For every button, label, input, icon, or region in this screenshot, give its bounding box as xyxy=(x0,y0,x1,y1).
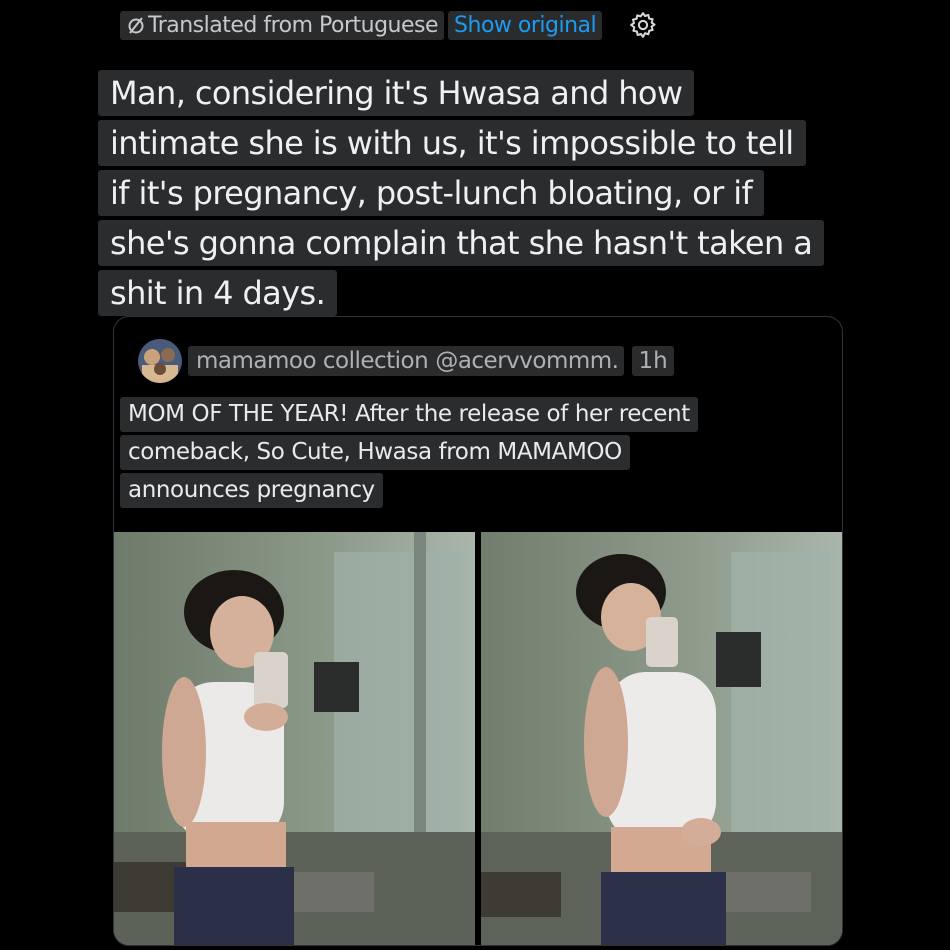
quoted-timestamp[interactable]: 1h xyxy=(632,346,674,376)
translation-label: Translated from Portuguese xyxy=(148,12,439,38)
quoted-text-line: announces pregnancy xyxy=(120,473,383,508)
tweet-text-line: she's gonna complain that she hasn't tak… xyxy=(98,220,825,266)
tweet-text-line: if it's pregnancy, post-lunch bloating, … xyxy=(98,170,765,216)
quoted-tweet-text: MOM OF THE YEAR! After the release of he… xyxy=(120,397,820,511)
quoted-tweet-card[interactable]: mamamoo collection @acervvommm. 1h MOM O… xyxy=(113,316,843,946)
media-photo[interactable] xyxy=(114,532,475,945)
gear-icon[interactable] xyxy=(628,10,658,40)
media-grid xyxy=(114,532,842,945)
tweet-text-line: Man, considering it's Hwasa and how xyxy=(98,70,695,116)
translation-label-box: Translated from Portuguese xyxy=(120,10,445,40)
tweet-text-line: intimate she is with us, it's impossible… xyxy=(98,120,806,166)
media-photo[interactable] xyxy=(481,532,842,945)
quoted-text-line: MOM OF THE YEAR! After the release of he… xyxy=(120,397,698,432)
avatar[interactable] xyxy=(138,339,182,383)
quoted-handle[interactable]: @acervvommm. xyxy=(435,348,619,374)
quoted-text-line: comeback, So Cute, Hwasa from MAMAMOO xyxy=(120,435,630,470)
show-original-link[interactable]: Show original xyxy=(448,10,603,40)
quoted-tweet-header: mamamoo collection @acervvommm. 1h xyxy=(138,339,674,383)
quoted-display-name[interactable]: mamamoo collection xyxy=(196,348,429,374)
translate-icon xyxy=(128,17,144,34)
translation-bar: Translated from Portuguese Show original xyxy=(120,8,658,42)
tweet-text: Man, considering it's Hwasa and how inti… xyxy=(98,70,858,320)
tweet-text-line: shit in 4 days. xyxy=(98,270,338,316)
